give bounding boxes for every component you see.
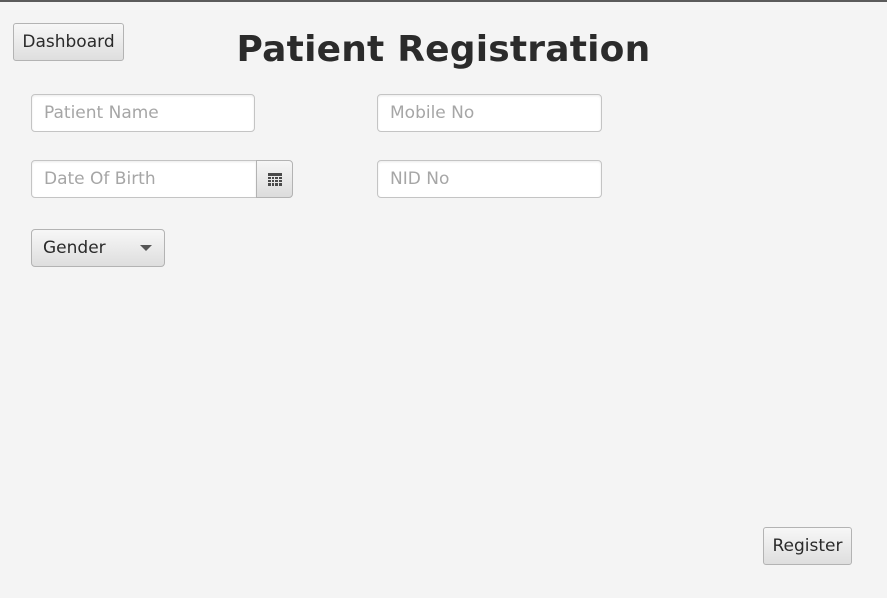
gender-dropdown-label: Gender — [43, 238, 106, 258]
calendar-icon — [267, 172, 282, 186]
mobile-no-field[interactable] — [377, 94, 602, 132]
date-of-birth-field[interactable] — [31, 160, 257, 198]
gender-dropdown[interactable]: Gender — [31, 229, 165, 267]
register-button[interactable]: Register — [763, 527, 852, 565]
date-picker-button[interactable] — [256, 160, 293, 198]
page-title: Patient Registration — [236, 29, 651, 70]
patient-registration-window: Dashboard Patient Registration Patient N… — [0, 0, 887, 598]
nid-no-field[interactable] — [377, 160, 602, 198]
date-of-birth-picker — [31, 160, 293, 198]
chevron-down-icon — [140, 245, 152, 251]
patient-name-field[interactable] — [31, 94, 255, 132]
